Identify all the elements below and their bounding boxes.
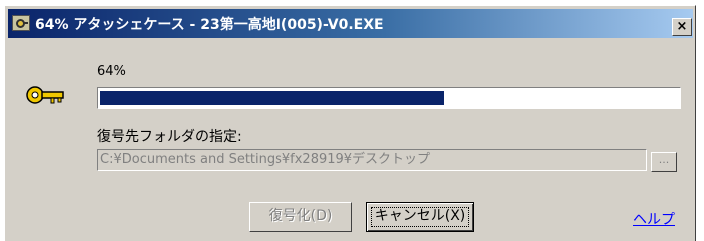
background-edge xyxy=(696,5,704,241)
decrypt-button[interactable]: 復号化(D) xyxy=(249,202,352,232)
window-title: 64% アタッシェケース - 23第一高地Ⅰ(005)-V0.EXE xyxy=(35,17,384,33)
close-button[interactable]: × xyxy=(672,18,692,36)
close-icon: × xyxy=(676,19,688,34)
cancel-button[interactable]: キャンセル(X) xyxy=(366,202,474,232)
help-link[interactable]: ヘルプ xyxy=(633,209,675,229)
key-icon xyxy=(26,86,64,104)
app-icon[interactable] xyxy=(12,15,30,31)
destination-path-input[interactable]: C:¥Documents and Settings¥fx28919¥デスクトップ xyxy=(97,149,647,171)
title-bar[interactable]: 64% アタッシェケース - 23第一高地Ⅰ(005)-V0.EXE xyxy=(8,9,693,38)
browse-button[interactable]: ... xyxy=(651,152,677,172)
progress-bar-fill xyxy=(100,91,444,105)
progress-bar xyxy=(97,87,681,109)
dialog-window: 64% アタッシェケース - 23第一高地Ⅰ(005)-V0.EXE × 64%… xyxy=(4,5,696,241)
destination-folder-label: 復号先フォルダの指定: xyxy=(97,129,242,145)
progress-percent-label: 64% xyxy=(97,64,126,79)
cancel-button-label: キャンセル(X) xyxy=(374,208,466,224)
